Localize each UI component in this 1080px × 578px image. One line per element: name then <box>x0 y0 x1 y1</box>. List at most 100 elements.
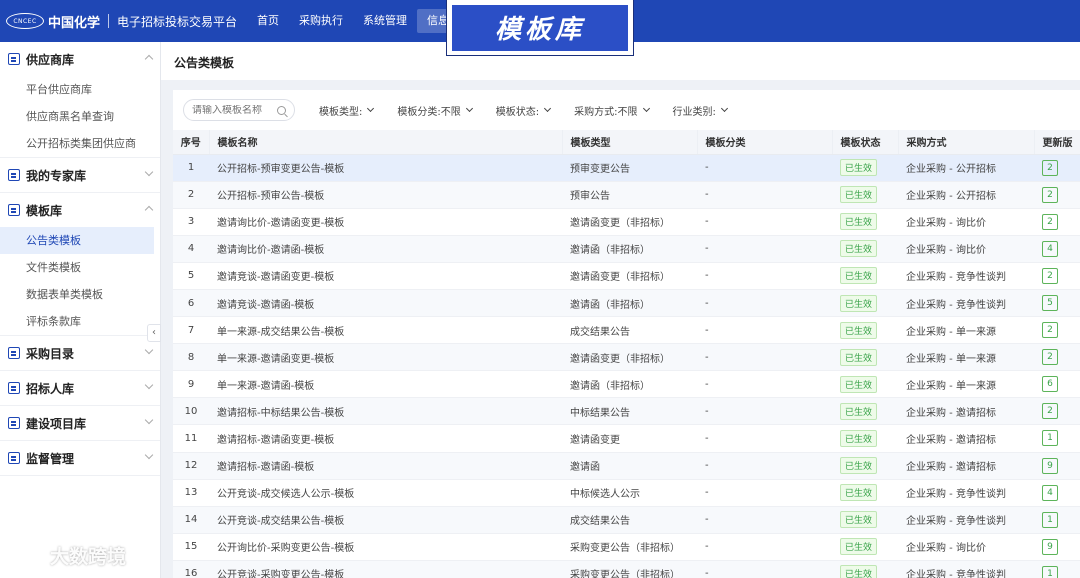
cell-name[interactable]: 公开询比价-采购变更公告-模板 <box>209 533 562 561</box>
sidebar-item[interactable]: 平台供应商库 <box>0 76 160 103</box>
sidebar-item[interactable]: 供应商黑名单查询 <box>0 103 160 130</box>
filter-template-category[interactable]: 模板分类:不限 <box>397 103 473 118</box>
version-badge[interactable]: 5 <box>1042 295 1058 312</box>
sidebar-collapse-button[interactable]: ‹ <box>147 324 161 342</box>
sidebar-group-title: 供应商库 <box>26 52 75 67</box>
table-row[interactable]: 11 邀请招标-邀请函变更-模板 邀请函变更 - 已生效 企业采购 - 邀请招标 1 <box>173 424 1080 453</box>
sidebar-group-header[interactable]: 模板库 <box>0 193 160 227</box>
sidebar-item[interactable]: 公告类模板 <box>0 227 154 254</box>
table-row[interactable]: 6 邀请竞谈-邀请函-模板 邀请函（非招标） - 已生效 企业采购 - 竞争性谈判 5 <box>173 289 1080 318</box>
chevron-down-icon[interactable] <box>144 345 154 355</box>
version-badge[interactable]: 2 <box>1042 322 1058 339</box>
search-input[interactable] <box>192 104 272 116</box>
version-badge[interactable]: 2 <box>1042 159 1058 176</box>
filter-procurement-method[interactable]: 采购方式:不限 <box>574 103 650 118</box>
chevron-down-icon[interactable] <box>144 380 154 390</box>
chevron-up-icon[interactable] <box>144 54 154 64</box>
cell-method: 企业采购 - 公开招标 <box>898 154 1034 182</box>
cell-status: 已生效 <box>832 208 898 236</box>
brand-logo[interactable]: CNCEC 中国化学 电子招标投标交易平台 <box>0 0 237 42</box>
cell-name[interactable]: 公开竞谈-成交结果公告-模板 <box>209 506 562 534</box>
col-header-version[interactable]: 更新版 <box>1034 130 1080 155</box>
sidebar-group-header[interactable]: 供应商库 <box>0 42 160 76</box>
table-row[interactable]: 13 公开竞谈-成交候选人公示-模板 中标候选人公示 - 已生效 企业采购 - 竞争性谈判… <box>173 479 1080 507</box>
status-badge: 已生效 <box>840 348 878 366</box>
nav-system[interactable]: 系统管理 <box>353 9 417 33</box>
chevron-down-icon[interactable] <box>144 167 154 177</box>
version-badge[interactable]: 9 <box>1042 538 1058 555</box>
table-row[interactable]: 5 邀请竞谈-邀请函变更-模板 邀请函变更（非招标） - 已生效 企业采购 - 竞争性谈判… <box>173 262 1080 290</box>
version-badge[interactable]: 2 <box>1042 403 1058 420</box>
col-header-method[interactable]: 采购方式 <box>898 130 1035 155</box>
cell-name[interactable]: 公开招标-预审公告-模板 <box>209 181 562 209</box>
sidebar-group-header[interactable]: 招标人库 <box>0 371 160 405</box>
status-badge: 已生效 <box>840 375 878 393</box>
cell-no: 3 <box>173 208 209 236</box>
table-row[interactable]: 12 邀请招标-邀请函-模板 邀请函 - 已生效 企业采购 - 邀请招标 9 <box>173 452 1080 480</box>
sidebar-group-header[interactable]: 我的专家库 <box>0 158 160 192</box>
cell-name[interactable]: 邀请竞谈-邀请函-模板 <box>209 289 562 318</box>
chevron-down-icon[interactable] <box>144 450 154 460</box>
sidebar-item[interactable]: 文件类模板 <box>0 254 160 281</box>
watermark-logo-icon <box>8 544 44 567</box>
table-row[interactable]: 15 公开询比价-采购变更公告-模板 采购变更公告（非招标） - 已生效 企业采购 - 询… <box>173 533 1080 561</box>
nav-home[interactable]: 首页 <box>247 9 289 33</box>
cell-name[interactable]: 邀请询比价-邀请函-模板 <box>209 235 562 263</box>
cell-name[interactable]: 公开竞谈-采购变更公告-模板 <box>209 560 562 578</box>
cell-type: 采购变更公告（非招标） <box>562 533 697 561</box>
col-header-category[interactable]: 模板分类 <box>697 130 833 155</box>
filter-industry[interactable]: 行业类别: <box>673 103 728 118</box>
cell-name[interactable]: 公开招标-预审变更公告-模板 <box>209 154 562 182</box>
status-badge: 已生效 <box>840 457 878 475</box>
sidebar-group-header[interactable]: 监督管理 <box>0 441 160 475</box>
cell-name[interactable]: 邀请询比价-邀请函变更-模板 <box>209 208 562 236</box>
version-badge[interactable]: 1 <box>1042 430 1058 447</box>
table-row[interactable]: 4 邀请询比价-邀请函-模板 邀请函（非招标） - 已生效 企业采购 - 询比价 4 <box>173 235 1080 263</box>
table-row[interactable]: 10 邀请招标-中标结果公告-模板 中标结果公告 - 已生效 企业采购 - 邀请招标 2 <box>173 397 1080 426</box>
version-badge[interactable]: 4 <box>1042 484 1058 501</box>
version-badge[interactable]: 1 <box>1042 565 1058 578</box>
cell-name[interactable]: 单一来源-邀请函-模板 <box>209 370 562 399</box>
col-header-no[interactable]: 序号 <box>173 130 210 155</box>
search-box[interactable] <box>183 99 295 121</box>
sidebar-group-header[interactable]: 采购目录 <box>0 336 160 370</box>
version-badge[interactable]: 4 <box>1042 240 1058 257</box>
chevron-down-icon[interactable] <box>144 415 154 425</box>
sidebar-item[interactable]: 公开招标类集团供应商 <box>0 130 160 157</box>
sidebar-item[interactable]: 评标条款库 <box>0 308 160 335</box>
cell-name[interactable]: 单一来源-邀请函变更-模板 <box>209 343 562 372</box>
cell-name[interactable]: 邀请招标-邀请函变更-模板 <box>209 424 562 453</box>
version-badge[interactable]: 9 <box>1042 457 1058 474</box>
cell-status: 已生效 <box>832 397 898 426</box>
table-row[interactable]: 2 公开招标-预审公告-模板 预审公告 - 已生效 企业采购 - 公开招标 2 <box>173 181 1080 209</box>
filter-template-status[interactable]: 模板状态: <box>496 103 552 118</box>
cell-name[interactable]: 公开竞谈-成交候选人公示-模板 <box>209 479 562 507</box>
version-badge[interactable]: 2 <box>1042 186 1058 203</box>
cell-method: 企业采购 - 询比价 <box>898 533 1034 561</box>
col-header-name[interactable]: 模板名称 <box>209 130 563 155</box>
version-badge[interactable]: 2 <box>1042 213 1058 230</box>
table-row[interactable]: 7 单一来源-成交结果公告-模板 成交结果公告 - 已生效 企业采购 - 单一来源 2 <box>173 316 1080 345</box>
col-header-status[interactable]: 模板状态 <box>832 130 899 155</box>
cell-name[interactable]: 邀请招标-中标结果公告-模板 <box>209 397 562 426</box>
cell-name[interactable]: 单一来源-成交结果公告-模板 <box>209 316 562 345</box>
table-row[interactable]: 1 公开招标-预审变更公告-模板 预审变更公告 - 已生效 企业采购 - 公开招标 2 <box>173 154 1080 182</box>
table-row[interactable]: 14 公开竞谈-成交结果公告-模板 成交结果公告 - 已生效 企业采购 - 竞争性谈判 1 <box>173 506 1080 534</box>
cell-name[interactable]: 邀请招标-邀请函-模板 <box>209 452 562 480</box>
filter-template-type[interactable]: 模板类型: <box>319 103 375 118</box>
version-badge[interactable]: 2 <box>1042 349 1058 366</box>
version-badge[interactable]: 2 <box>1042 267 1058 284</box>
table-row[interactable]: 9 单一来源-邀请函-模板 邀请函（非招标） - 已生效 企业采购 - 单一来源 6 <box>173 370 1080 399</box>
search-icon[interactable] <box>277 105 286 115</box>
nav-procurement[interactable]: 采购执行 <box>289 9 353 33</box>
table-row[interactable]: 3 邀请询比价-邀请函变更-模板 邀请函变更（非招标） - 已生效 企业采购 - 询比价 2 <box>173 208 1080 236</box>
sidebar-item[interactable]: 数据表单类模板 <box>0 281 160 308</box>
cell-name[interactable]: 邀请竞谈-邀请函变更-模板 <box>209 262 562 290</box>
table-row[interactable]: 16 公开竞谈-采购变更公告-模板 采购变更公告（非招标） - 已生效 企业采购 - 竞争… <box>173 560 1080 578</box>
sidebar-group-header[interactable]: 建设项目库 <box>0 406 160 440</box>
version-badge[interactable]: 1 <box>1042 511 1058 528</box>
col-header-type[interactable]: 模板类型 <box>562 130 698 155</box>
version-badge[interactable]: 6 <box>1042 376 1058 393</box>
table-row[interactable]: 8 单一来源-邀请函变更-模板 邀请函变更（非招标） - 已生效 企业采购 - 单一来源 2 <box>173 343 1080 372</box>
chevron-up-icon[interactable] <box>144 205 154 215</box>
